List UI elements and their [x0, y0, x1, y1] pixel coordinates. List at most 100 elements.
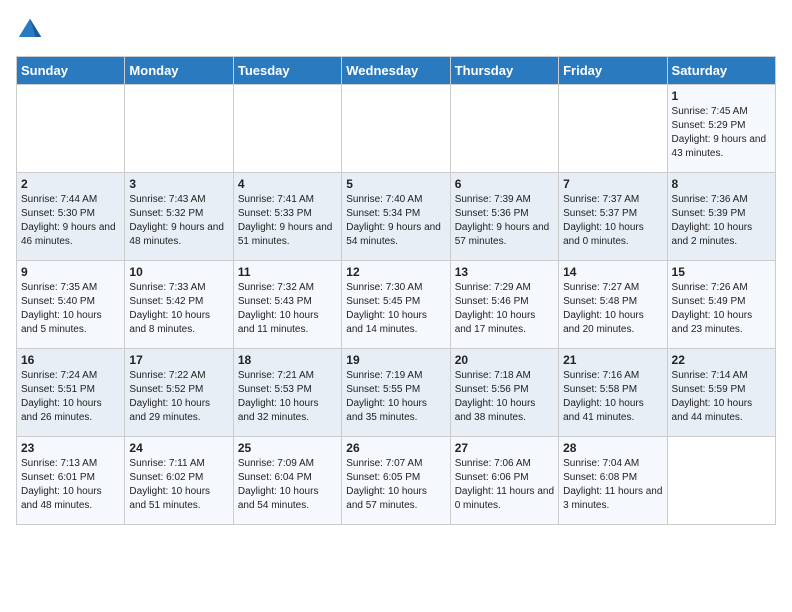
day-header-tuesday: Tuesday [233, 57, 341, 85]
day-info: Sunrise: 7:43 AM Sunset: 5:32 PM Dayligh… [129, 193, 228, 249]
calendar-header-row: SundayMondayTuesdayWednesdayThursdayFrid… [17, 57, 776, 85]
day-number: 28 [563, 441, 662, 455]
calendar-cell [559, 85, 667, 173]
day-info: Sunrise: 7:40 AM Sunset: 5:34 PM Dayligh… [346, 193, 445, 249]
day-number: 24 [129, 441, 228, 455]
calendar-cell: 12Sunrise: 7:30 AM Sunset: 5:45 PM Dayli… [342, 261, 450, 349]
day-number: 11 [238, 265, 337, 279]
day-number: 10 [129, 265, 228, 279]
day-header-monday: Monday [125, 57, 233, 85]
day-number: 21 [563, 353, 662, 367]
calendar-cell: 23 Sunrise: 7:13 AM Sunset: 6:01 PM Dayli… [17, 437, 125, 525]
day-info: Sunrise: 7:36 AM Sunset: 5:39 PM Dayligh… [672, 193, 771, 249]
calendar-cell: 9Sunrise: 7:35 AM Sunset: 5:40 PM Daylig… [17, 261, 125, 349]
day-header-thursday: Thursday [450, 57, 558, 85]
calendar-cell: 27 Sunrise: 7:06 AM Sunset: 6:06 PM Dayli… [450, 437, 558, 525]
day-info: Sunrise: 7:07 AM Sunset: 6:05 PM Dayligh… [346, 457, 445, 513]
day-number: 2 [21, 177, 120, 191]
day-info: Sunrise: 7:24 AM Sunset: 5:51 PM Dayligh… [21, 369, 120, 425]
calendar-cell [667, 437, 775, 525]
calendar-cell: 28 Sunrise: 7:04 AM Sunset: 6:08 PM Dayli… [559, 437, 667, 525]
day-number: 18 [238, 353, 337, 367]
day-info: Sunrise: 7:41 AM Sunset: 5:33 PM Dayligh… [238, 193, 337, 249]
day-number: 22 [672, 353, 771, 367]
day-info: Sunrise: 7:44 AM Sunset: 5:30 PM Dayligh… [21, 193, 120, 249]
day-info: Sunrise: 7:33 AM Sunset: 5:42 PM Dayligh… [129, 281, 228, 337]
day-info: Sunrise: 7:16 AM Sunset: 5:58 PM Dayligh… [563, 369, 662, 425]
calendar-cell: 25 Sunrise: 7:09 AM Sunset: 6:04 PM Dayli… [233, 437, 341, 525]
calendar-cell: 7 Sunrise: 7:37 AM Sunset: 5:37 PM Daylig… [559, 173, 667, 261]
day-number: 7 [563, 177, 662, 191]
calendar-cell: 1 Sunrise: 7:45 AM Sunset: 5:29 PM Daylig… [667, 85, 775, 173]
day-number: 5 [346, 177, 445, 191]
calendar-cell: 14 Sunrise: 7:27 AM Sunset: 5:48 PM Dayli… [559, 261, 667, 349]
day-header-saturday: Saturday [667, 57, 775, 85]
day-info: Sunrise: 7:06 AM Sunset: 6:06 PM Dayligh… [455, 457, 554, 513]
calendar-cell [233, 85, 341, 173]
day-number: 23 [21, 441, 120, 455]
day-number: 9 [21, 265, 120, 279]
calendar-cell [342, 85, 450, 173]
day-number: 4 [238, 177, 337, 191]
calendar-week-row: 2 Sunrise: 7:44 AM Sunset: 5:30 PM Daylig… [17, 173, 776, 261]
logo-icon [16, 16, 44, 44]
calendar-cell: 4 Sunrise: 7:41 AM Sunset: 5:33 PM Daylig… [233, 173, 341, 261]
day-header-wednesday: Wednesday [342, 57, 450, 85]
day-info: Sunrise: 7:27 AM Sunset: 5:48 PM Dayligh… [563, 281, 662, 337]
day-number: 25 [238, 441, 337, 455]
day-number: 16 [21, 353, 120, 367]
day-info: Sunrise: 7:37 AM Sunset: 5:37 PM Dayligh… [563, 193, 662, 249]
day-info: Sunrise: 7:32 AM Sunset: 5:43 PM Dayligh… [238, 281, 337, 337]
calendar-cell: 17 Sunrise: 7:22 AM Sunset: 5:52 PM Dayli… [125, 349, 233, 437]
calendar-cell: 15 Sunrise: 7:26 AM Sunset: 5:49 PM Dayli… [667, 261, 775, 349]
calendar-week-row: 16 Sunrise: 7:24 AM Sunset: 5:51 PM Dayli… [17, 349, 776, 437]
day-info: Sunrise: 7:29 AM Sunset: 5:46 PM Dayligh… [455, 281, 554, 337]
calendar-table: SundayMondayTuesdayWednesdayThursdayFrid… [16, 56, 776, 525]
day-number: 26 [346, 441, 445, 455]
calendar-cell: 2 Sunrise: 7:44 AM Sunset: 5:30 PM Daylig… [17, 173, 125, 261]
day-info: Sunrise: 7:39 AM Sunset: 5:36 PM Dayligh… [455, 193, 554, 249]
day-number: 15 [672, 265, 771, 279]
day-number: 14 [563, 265, 662, 279]
day-number: 1 [672, 89, 771, 103]
day-info: Sunrise: 7:11 AM Sunset: 6:02 PM Dayligh… [129, 457, 228, 513]
day-number: 12 [346, 265, 445, 279]
logo [16, 16, 48, 44]
calendar-cell: 18 Sunrise: 7:21 AM Sunset: 5:53 PM Dayli… [233, 349, 341, 437]
calendar-week-row: 23 Sunrise: 7:13 AM Sunset: 6:01 PM Dayli… [17, 437, 776, 525]
day-number: 3 [129, 177, 228, 191]
day-header-sunday: Sunday [17, 57, 125, 85]
calendar-cell: 10 Sunrise: 7:33 AM Sunset: 5:42 PM Dayli… [125, 261, 233, 349]
day-info: Sunrise: 7:09 AM Sunset: 6:04 PM Dayligh… [238, 457, 337, 513]
day-number: 27 [455, 441, 554, 455]
day-info: Sunrise: 7:18 AM Sunset: 5:56 PM Dayligh… [455, 369, 554, 425]
calendar-cell: 20Sunrise: 7:18 AM Sunset: 5:56 PM Dayli… [450, 349, 558, 437]
day-info: Sunrise: 7:22 AM Sunset: 5:52 PM Dayligh… [129, 369, 228, 425]
calendar-cell: 5 Sunrise: 7:40 AM Sunset: 5:34 PM Daylig… [342, 173, 450, 261]
day-header-friday: Friday [559, 57, 667, 85]
calendar-cell [125, 85, 233, 173]
calendar-cell: 22Sunrise: 7:14 AM Sunset: 5:59 PM Dayli… [667, 349, 775, 437]
calendar-cell [450, 85, 558, 173]
calendar-cell: 26 Sunrise: 7:07 AM Sunset: 6:05 PM Dayli… [342, 437, 450, 525]
day-number: 6 [455, 177, 554, 191]
calendar-cell: 3 Sunrise: 7:43 AM Sunset: 5:32 PM Daylig… [125, 173, 233, 261]
day-info: Sunrise: 7:26 AM Sunset: 5:49 PM Dayligh… [672, 281, 771, 337]
day-info: Sunrise: 7:45 AM Sunset: 5:29 PM Dayligh… [672, 105, 771, 161]
day-info: Sunrise: 7:13 AM Sunset: 6:01 PM Dayligh… [21, 457, 120, 513]
day-info: Sunrise: 7:19 AM Sunset: 5:55 PM Dayligh… [346, 369, 445, 425]
calendar-cell: 24 Sunrise: 7:11 AM Sunset: 6:02 PM Dayli… [125, 437, 233, 525]
day-number: 19 [346, 353, 445, 367]
calendar-cell: 6 Sunrise: 7:39 AM Sunset: 5:36 PM Daylig… [450, 173, 558, 261]
day-info: Sunrise: 7:21 AM Sunset: 5:53 PM Dayligh… [238, 369, 337, 425]
calendar-cell: 19 Sunrise: 7:19 AM Sunset: 5:55 PM Dayli… [342, 349, 450, 437]
calendar-cell: 11 Sunrise: 7:32 AM Sunset: 5:43 PM Dayli… [233, 261, 341, 349]
day-number: 13 [455, 265, 554, 279]
day-number: 17 [129, 353, 228, 367]
calendar-cell: 21 Sunrise: 7:16 AM Sunset: 5:58 PM Dayli… [559, 349, 667, 437]
calendar-cell [17, 85, 125, 173]
day-number: 8 [672, 177, 771, 191]
day-info: Sunrise: 7:04 AM Sunset: 6:08 PM Dayligh… [563, 457, 662, 513]
calendar-cell: 8 Sunrise: 7:36 AM Sunset: 5:39 PM Daylig… [667, 173, 775, 261]
calendar-week-row: 9Sunrise: 7:35 AM Sunset: 5:40 PM Daylig… [17, 261, 776, 349]
